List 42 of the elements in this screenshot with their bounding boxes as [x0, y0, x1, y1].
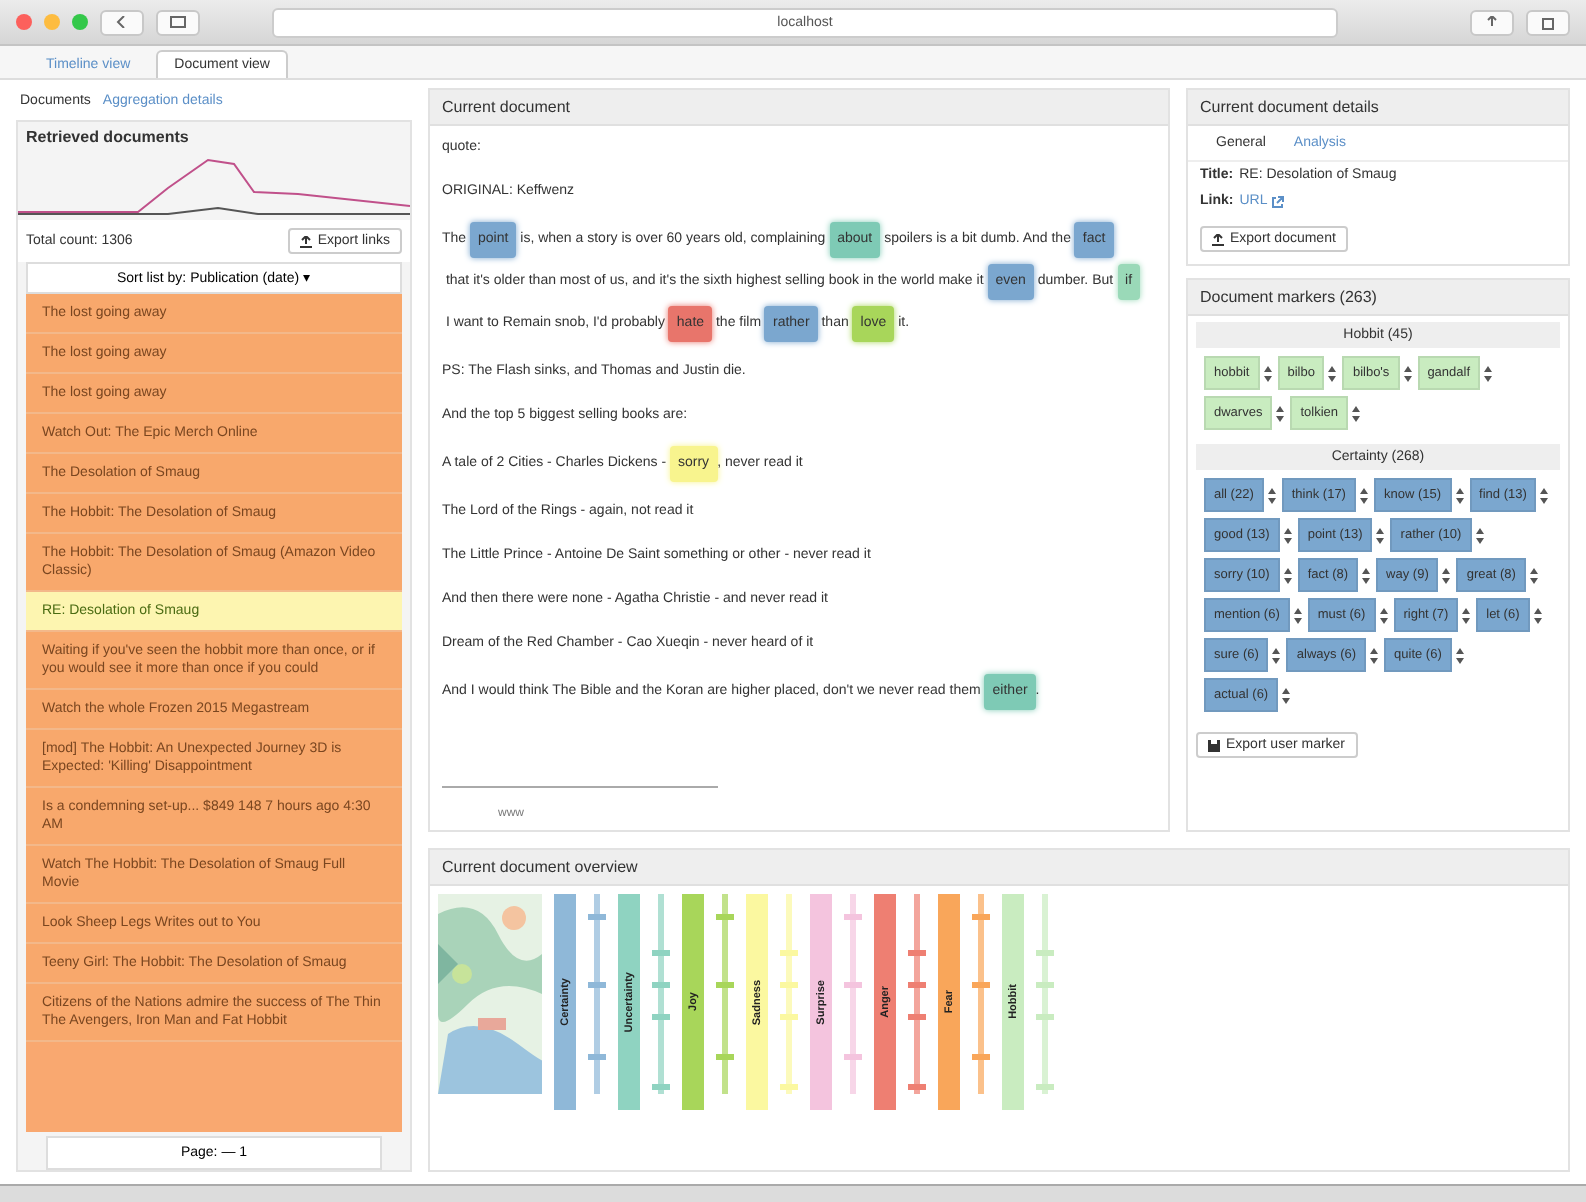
- save-icon: [1208, 739, 1220, 751]
- sort-arrows-icon[interactable]: [1403, 363, 1412, 383]
- sort-arrows-icon[interactable]: [1455, 485, 1464, 505]
- card-title: Current document: [430, 90, 1168, 126]
- card-title: Current document details: [1188, 90, 1568, 126]
- sort-arrows-icon[interactable]: [1282, 685, 1291, 705]
- back-button[interactable]: [100, 9, 144, 35]
- tabs-icon: [1541, 15, 1555, 29]
- card-title: Document markers (263): [1188, 280, 1568, 316]
- sort-arrows-icon[interactable]: [1283, 525, 1292, 545]
- external-link-icon: [1271, 195, 1284, 207]
- sort-arrows-icon[interactable]: [1442, 565, 1451, 585]
- sort-arrows-icon[interactable]: [1263, 363, 1272, 383]
- sidebar-icon: [170, 16, 186, 28]
- sort-arrows-icon[interactable]: [1475, 525, 1484, 545]
- sort-arrows-icon[interactable]: [1272, 645, 1281, 665]
- sort-arrows-icon[interactable]: [1455, 645, 1464, 665]
- sort-arrows-icon[interactable]: [1529, 565, 1538, 585]
- sort-arrows-icon[interactable]: [1370, 645, 1379, 665]
- sort-arrows-icon[interactable]: [1533, 605, 1542, 625]
- sort-arrows-icon[interactable]: [1267, 485, 1276, 505]
- sort-arrows-icon[interactable]: [1379, 605, 1388, 625]
- sort-arrows-icon[interactable]: [1540, 485, 1549, 505]
- sort-arrows-icon[interactable]: [1462, 605, 1471, 625]
- sort-arrows-icon[interactable]: [1376, 525, 1385, 545]
- sort-arrows-icon[interactable]: [1328, 363, 1337, 383]
- upload-icon: [1212, 233, 1224, 245]
- sort-arrows-icon[interactable]: [1276, 403, 1285, 423]
- sort-arrows-icon[interactable]: [1359, 485, 1368, 505]
- back-icon: [116, 16, 128, 28]
- sort-arrows-icon[interactable]: [1362, 565, 1371, 585]
- share-button[interactable]: [1470, 9, 1514, 35]
- tabs-button[interactable]: [1526, 9, 1570, 35]
- share-icon: [1486, 15, 1498, 29]
- panel-title: Retrieved documents: [24, 126, 191, 150]
- sidebar-button[interactable]: [156, 9, 200, 35]
- sort-arrows-icon[interactable]: [1484, 363, 1493, 383]
- card-title: Current document overview: [430, 850, 1568, 886]
- sort-arrows-icon[interactable]: [1283, 565, 1292, 585]
- upload-icon: [299, 235, 312, 247]
- sort-arrows-icon[interactable]: [1293, 605, 1302, 625]
- sort-arrows-icon[interactable]: [1352, 403, 1361, 423]
